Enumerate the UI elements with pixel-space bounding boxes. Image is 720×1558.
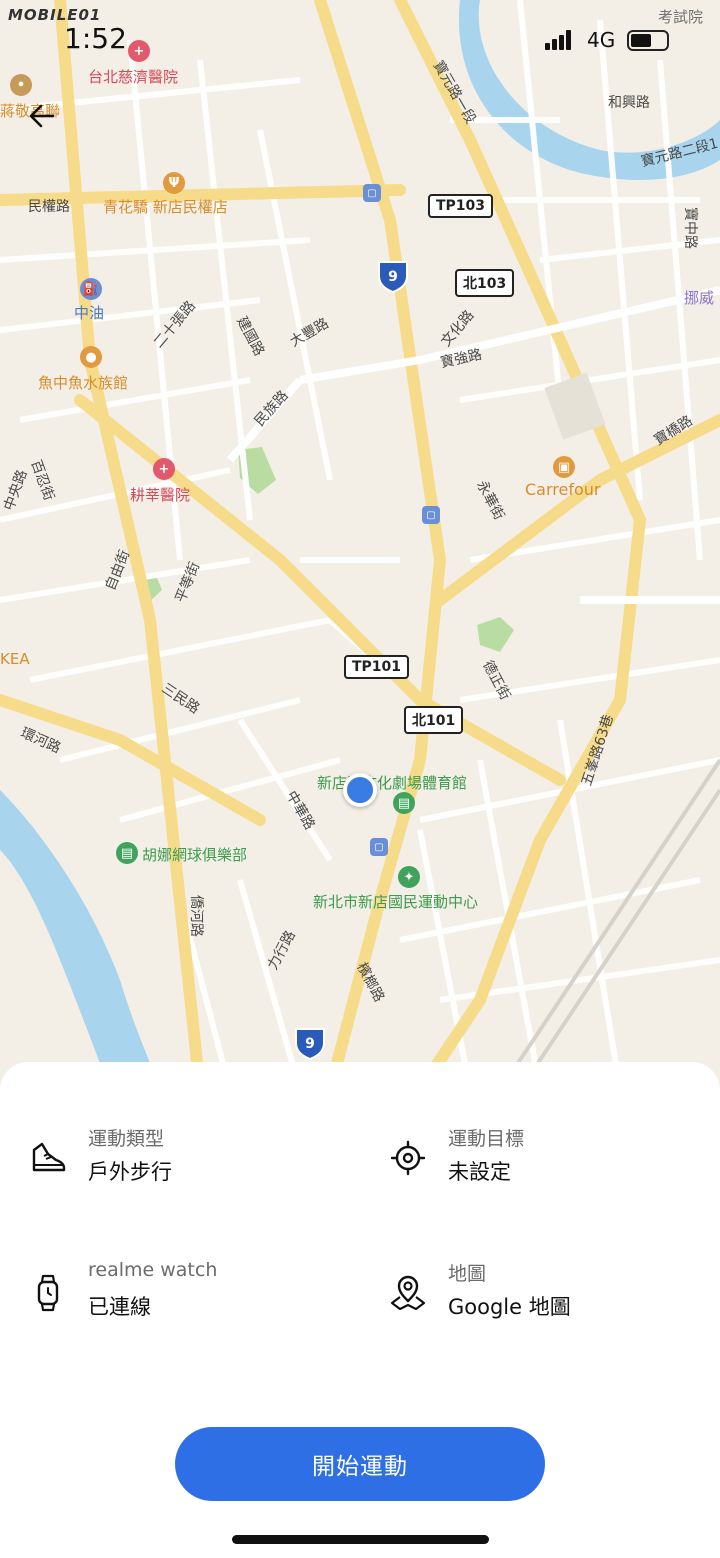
route-9-shield[interactable]: 9 (375, 258, 411, 294)
map-provider-value: Google 地圖 (448, 1295, 571, 1319)
sports-icon[interactable]: ✦ (398, 866, 420, 888)
current-location-dot (343, 773, 377, 807)
shopping-icon[interactable]: ▣ (553, 456, 575, 478)
poi-tennis[interactable]: 胡娜網球俱樂部 (142, 844, 247, 865)
map-provider-setting[interactable]: 地圖 Google 地圖 (388, 1259, 718, 1329)
watch-label: realme watch (88, 1259, 218, 1281)
sport-type-setting[interactable]: 運動類型 戶外步行 (28, 1124, 358, 1194)
status-bar: MOBILE01 1:52 4G (0, 0, 720, 80)
poi-aquarium[interactable]: 魚中魚水族館 (38, 372, 128, 393)
sport-type-label: 運動類型 (88, 1128, 165, 1150)
poi-sports-center[interactable]: 新北市新店國民運動中心 (313, 891, 478, 912)
poi-restaurant[interactable]: 青花驕 新店民權店 (103, 196, 228, 217)
poi-nuowei[interactable]: 挪威 (684, 287, 714, 308)
goal-setting[interactable]: 運動目標 未設定 (388, 1124, 718, 1194)
street-label: 僑河路 (188, 895, 204, 937)
route-9-label: 9 (388, 269, 398, 285)
bus-icon[interactable]: ▢ (363, 184, 381, 202)
battery-icon (627, 30, 669, 51)
map-provider-label: 地圖 (448, 1263, 487, 1285)
poi-carrefour[interactable]: Carrefour (525, 480, 600, 499)
map-view[interactable]: + 台北慈濟醫院 • 蔣敬高聯 Ψ 青花驕 新店民權店 ⛽ 中油 ● 魚中魚水族… (0, 0, 720, 1090)
map-pin-icon (390, 1275, 426, 1311)
stadium-icon[interactable]: ▤ (393, 792, 415, 814)
goal-label: 運動目標 (448, 1128, 525, 1150)
target-icon (390, 1140, 426, 1176)
route-shield-bei103[interactable]: 北103 (455, 269, 515, 297)
pet-icon[interactable]: ● (80, 346, 102, 368)
restaurant-icon[interactable]: Ψ (163, 172, 185, 194)
poi-gas[interactable]: 中油 (74, 302, 104, 323)
poi-hospital-2[interactable]: 耕莘醫院 (130, 484, 190, 505)
watch-value: 已連線 (88, 1295, 151, 1319)
arrow-left-icon (29, 104, 55, 128)
route-shield-tp103[interactable]: TP103 (428, 194, 494, 218)
status-time: 1:52 (64, 22, 127, 55)
route-9-shield-2[interactable]: 9 (292, 1025, 328, 1061)
gas-station-icon[interactable]: ⛽ (80, 278, 102, 300)
shoe-icon (32, 1142, 66, 1172)
route-shield-tp101[interactable]: TP101 (344, 655, 410, 679)
start-workout-button[interactable]: 開始運動 (175, 1427, 545, 1501)
route-9-label: 9 (305, 1036, 315, 1052)
street-label: 和興路 (608, 95, 650, 111)
hospital-icon-2[interactable]: + (153, 458, 175, 480)
signal-icon (545, 30, 571, 50)
poi-ikea[interactable]: KEA (0, 650, 30, 668)
poi-venue[interactable]: 新店區文化劇場體育館 (317, 772, 467, 793)
back-button[interactable] (22, 96, 62, 136)
home-indicator[interactable] (232, 1535, 489, 1544)
bus-icon-3[interactable]: ▢ (370, 838, 388, 856)
bus-icon-2[interactable]: ▢ (422, 506, 440, 524)
street-label: 寶中路 (682, 207, 698, 249)
network-type: 4G (587, 28, 616, 52)
route-shield-bei101[interactable]: 北101 (404, 706, 464, 734)
tennis-icon[interactable]: ▤ (116, 842, 138, 864)
street-label: 民權路 (28, 199, 70, 215)
watch-setting[interactable]: realme watch 已連線 (28, 1259, 358, 1329)
map-base (0, 0, 720, 1090)
watch-icon (37, 1274, 59, 1312)
goal-value: 未設定 (448, 1160, 511, 1184)
sport-type-value: 戶外步行 (88, 1160, 172, 1184)
